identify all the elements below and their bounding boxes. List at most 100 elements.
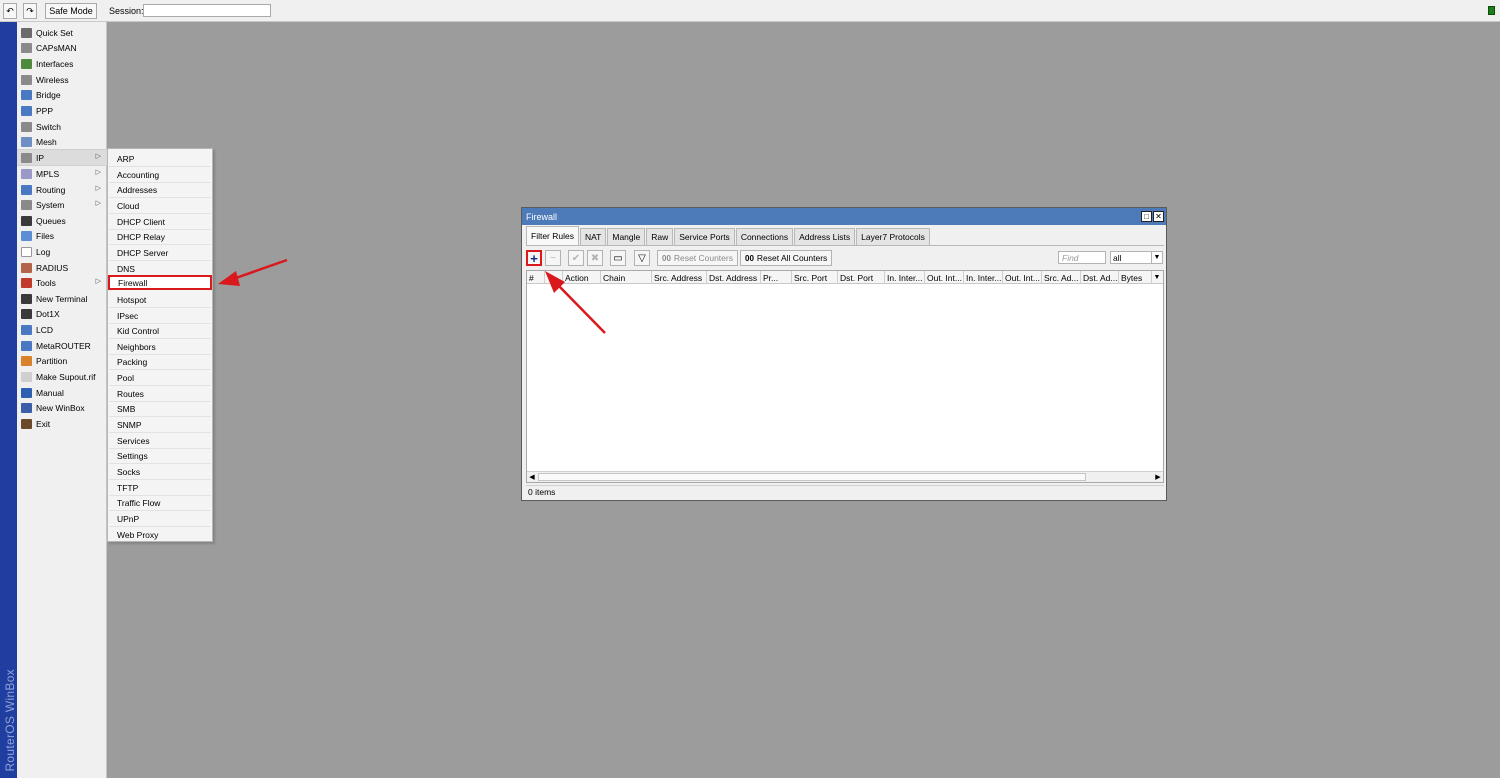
sidebar-item-files[interactable]: Files — [17, 228, 107, 243]
sidebar-item-queues[interactable]: Queues — [17, 213, 107, 228]
scroll-thumb[interactable] — [538, 473, 1086, 481]
sidebar-item-ip[interactable]: IP ▷ — [17, 150, 107, 165]
column-header[interactable]: Out. Int... — [925, 271, 964, 284]
tab-layer7-protocols[interactable]: Layer7 Protocols — [856, 228, 930, 245]
remove-rule-button[interactable]: − — [545, 250, 561, 266]
ip-submenu-item-web-proxy[interactable]: Web Proxy — [109, 527, 211, 542]
ip-submenu-item-accounting[interactable]: Accounting — [109, 167, 211, 182]
ip-submenu-item-snmp[interactable]: SNMP — [109, 417, 211, 432]
horizontal-scrollbar[interactable]: ◀ ▶ — [527, 471, 1163, 482]
column-header[interactable]: Src. Port — [792, 271, 838, 284]
sidebar-item-routing[interactable]: Routing ▷ — [17, 182, 107, 197]
filter-button[interactable]: ▽ — [634, 250, 650, 266]
sidebar-item-new-terminal[interactable]: New Terminal — [17, 291, 107, 306]
ip-submenu-item-services[interactable]: Services — [109, 433, 211, 448]
ip-submenu-item-addresses[interactable]: Addresses — [109, 182, 211, 197]
tab-mangle[interactable]: Mangle — [607, 228, 646, 245]
ip-submenu-item-dhcp-server[interactable]: DHCP Server — [109, 245, 211, 260]
column-header[interactable] — [545, 271, 563, 284]
reset-counters-button[interactable]: 00 Reset Counters — [657, 250, 738, 266]
column-header[interactable]: Dst. Address — [707, 271, 761, 284]
firewall-title-bar[interactable]: Firewall □ ✕ — [522, 208, 1166, 225]
dropdown-arrow-icon[interactable]: ▼ — [1151, 252, 1162, 263]
scroll-left-icon[interactable]: ◀ — [527, 472, 537, 482]
ip-submenu-item-arp[interactable]: ARP — [109, 151, 211, 166]
disable-rule-button[interactable]: ✖ — [587, 250, 603, 266]
column-header[interactable]: In. Inter... — [885, 271, 925, 284]
column-header[interactable]: Src. Address — [652, 271, 707, 284]
sidebar-item-dot1x[interactable]: Dot1X — [17, 306, 107, 321]
ip-submenu-item-kid-control[interactable]: Kid Control — [109, 323, 211, 338]
sidebar-item-capsman[interactable]: CAPsMAN — [17, 40, 107, 55]
reset-all-counters-button[interactable]: 00 Reset All Counters — [740, 250, 833, 266]
column-menu-icon[interactable]: ▼ — [1152, 272, 1162, 283]
tab-raw[interactable]: Raw — [646, 228, 674, 245]
ip-submenu-item-dns[interactable]: DNS — [109, 261, 211, 276]
scroll-right-icon[interactable]: ▶ — [1153, 472, 1163, 482]
tab-filter-rules[interactable]: Filter Rules — [526, 226, 579, 245]
tab-address-lists[interactable]: Address Lists — [794, 228, 856, 245]
tab-connections[interactable]: Connections — [735, 228, 794, 245]
column-header[interactable]: Src. Ad... — [1042, 271, 1081, 284]
sidebar-item-metarouter[interactable]: MetaROUTER — [17, 338, 107, 353]
ip-submenu-item-hotspot[interactable]: Hotspot — [109, 292, 211, 307]
ip-submenu-item-dhcp-relay[interactable]: DHCP Relay — [109, 229, 211, 244]
ip-submenu-item-neighbors[interactable]: Neighbors — [109, 339, 211, 354]
tab-nat[interactable]: NAT — [579, 228, 607, 245]
column-header[interactable]: Dst. Ad... — [1081, 271, 1119, 284]
column-header[interactable]: Dst. Port — [838, 271, 885, 284]
sidebar-item-system[interactable]: System ▷ — [17, 197, 107, 212]
ip-submenu-item-cloud[interactable]: Cloud — [109, 198, 211, 213]
sidebar-item-quick-set[interactable]: Quick Set — [17, 25, 107, 40]
ip-submenu-item-ipsec[interactable]: IPsec — [109, 308, 211, 323]
sidebar-item-manual[interactable]: Manual — [17, 385, 107, 400]
sidebar-item-tools[interactable]: Tools ▷ — [17, 275, 107, 290]
find-input[interactable]: Find — [1058, 251, 1106, 264]
sidebar-item-mesh[interactable]: Mesh — [17, 134, 107, 149]
maximize-button[interactable]: □ — [1141, 211, 1152, 222]
sidebar-item-lcd[interactable]: LCD — [17, 322, 107, 337]
ip-submenu-item-firewall[interactable]: Firewall — [108, 275, 212, 290]
column-header[interactable]: # — [527, 271, 545, 284]
ip-submenu-item-pool[interactable]: Pool — [109, 370, 211, 385]
column-header[interactable]: Out. Int... — [1003, 271, 1042, 284]
ip-submenu-item-smb[interactable]: SMB — [109, 401, 211, 416]
ip-submenu-item-packing[interactable]: Packing — [109, 354, 211, 369]
ip-submenu-item-socks[interactable]: Socks — [109, 464, 211, 479]
redo-button[interactable]: ↷ — [23, 3, 37, 19]
ip-submenu-item-tftp[interactable]: TFTP — [109, 480, 211, 495]
ip-submenu-item-upnp[interactable]: UPnP — [109, 511, 211, 526]
sidebar-item-log[interactable]: Log — [17, 244, 107, 259]
sidebar-item-exit[interactable]: Exit — [17, 416, 107, 431]
column-header[interactable]: Action — [563, 271, 601, 284]
column-header[interactable]: In. Inter... — [964, 271, 1003, 284]
sidebar-item-new-winbox[interactable]: New WinBox — [17, 400, 107, 415]
sidebar-item-make-supout-rif[interactable]: Make Supout.rif — [17, 369, 107, 384]
comment-button[interactable]: ▭ — [610, 250, 626, 266]
sidebar-item-interfaces[interactable]: Interfaces — [17, 56, 107, 71]
ip-submenu-item-dhcp-client[interactable]: DHCP Client — [109, 214, 211, 229]
undo-button[interactable]: ↶ — [3, 3, 17, 19]
filter-select[interactable]: all ▼ — [1110, 251, 1163, 264]
session-input[interactable] — [143, 4, 271, 17]
sidebar-item-radius[interactable]: RADIUS — [17, 260, 107, 275]
sidebar-item-label: Manual — [36, 387, 64, 398]
sidebar-item-bridge[interactable]: Bridge — [17, 87, 107, 102]
sidebar-item-wireless[interactable]: Wireless — [17, 72, 107, 87]
sidebar-item-partition[interactable]: Partition — [17, 353, 107, 368]
column-header[interactable]: Bytes — [1119, 271, 1152, 284]
ip-submenu-item-settings[interactable]: Settings — [109, 448, 211, 463]
column-header[interactable]: Pr... — [761, 271, 792, 284]
sidebar-item-switch[interactable]: Switch — [17, 119, 107, 134]
column-header[interactable]: Chain — [601, 271, 652, 284]
tab-service-ports[interactable]: Service Ports — [674, 228, 735, 245]
safe-mode-button[interactable]: Safe Mode — [45, 3, 97, 19]
enable-rule-button[interactable]: ✔ — [568, 250, 584, 266]
close-button[interactable]: ✕ — [1153, 211, 1164, 222]
sidebar-item-ppp[interactable]: PPP — [17, 103, 107, 118]
ip-submenu-item-traffic-flow[interactable]: Traffic Flow — [109, 495, 211, 510]
add-rule-button[interactable]: + — [526, 250, 542, 266]
ip-submenu-item-routes[interactable]: Routes — [109, 386, 211, 401]
sidebar-item-mpls[interactable]: MPLS ▷ — [17, 166, 107, 181]
reset-all-counters-label: Reset All Counters — [756, 253, 828, 263]
